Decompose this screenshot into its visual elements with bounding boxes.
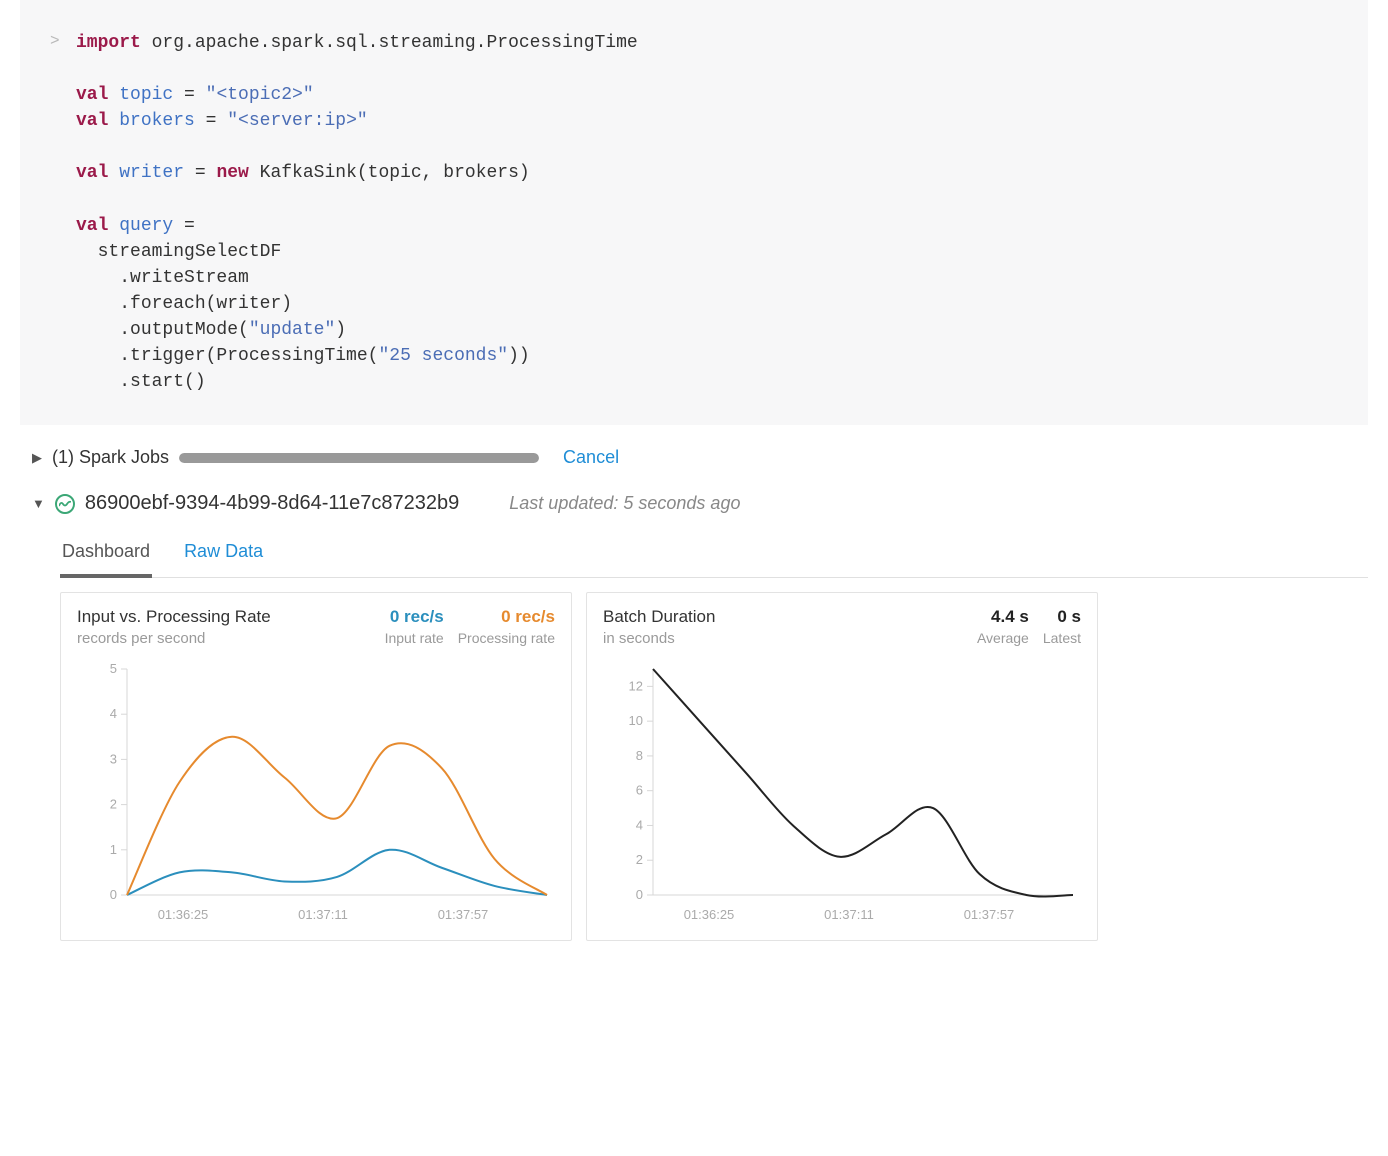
spark-jobs-label[interactable]: (1) Spark Jobs [52,447,169,468]
batch-latest-value: 0 s [1043,607,1081,627]
svg-text:5: 5 [110,661,117,676]
expand-jobs-icon[interactable]: ▶ [32,450,42,466]
streaming-status-icon [55,494,75,514]
tab-dashboard[interactable]: Dashboard [60,533,152,578]
prompt-icon: > [50,30,60,53]
svg-text:01:37:57: 01:37:57 [438,907,489,922]
code-cell[interactable]: > import org.apache.spark.sql.streaming.P… [20,0,1368,425]
svg-text:01:36:25: 01:36:25 [158,907,209,922]
batch-avg-value: 4.4 s [977,607,1029,627]
svg-text:0: 0 [110,887,117,902]
spark-jobs-progress [179,453,539,463]
svg-text:0: 0 [636,887,643,902]
svg-text:4: 4 [110,707,117,722]
batch-avg-label: Average [977,630,1029,646]
processing-rate-value: 0 rec/s [458,607,555,627]
svg-text:2: 2 [110,797,117,812]
chart-batch-subtitle: in seconds [603,630,715,647]
chart-batch-panel: Batch Duration in seconds 4.4 s Average … [586,592,1098,941]
chart-batch-body: 0 2 4 6 8 10 12 01:36:25 01:37:11 01:37:57 [603,659,1081,932]
import-path: org.apache.spark.sql.streaming.Processin… [152,33,638,53]
chart-batch-title: Batch Duration [603,607,715,627]
svg-text:01:37:11: 01:37:11 [298,907,348,922]
query-last-updated: Last updated: 5 seconds ago [509,493,740,514]
chart-rate-title: Input vs. Processing Rate [77,607,271,627]
svg-text:01:37:57: 01:37:57 [964,907,1015,922]
collapse-query-icon[interactable]: ▼ [32,496,45,511]
processing-rate-label: Processing rate [458,630,555,646]
keyword-import: import [76,33,141,53]
svg-text:10: 10 [629,713,643,728]
input-rate-value: 0 rec/s [385,607,444,627]
chart-rate-panel: Input vs. Processing Rate records per se… [60,592,572,941]
svg-text:6: 6 [636,783,643,798]
spark-jobs-progress-fill [179,453,539,463]
input-rate-label: Input rate [385,630,444,646]
svg-text:1: 1 [110,842,117,857]
batch-latest-label: Latest [1043,630,1081,646]
query-id: 86900ebf-9394-4b99-8d64-11e7c87232b9 [85,492,459,515]
svg-text:01:36:25: 01:36:25 [684,907,735,922]
svg-text:8: 8 [636,748,643,763]
chart-rate-body: 0 1 2 3 4 5 01:36:25 01:37:11 01:37:57 [77,659,555,932]
svg-text:01:37:11: 01:37:11 [824,907,874,922]
tab-raw-data[interactable]: Raw Data [182,533,265,577]
svg-text:3: 3 [110,752,117,767]
tabs: Dashboard Raw Data [60,533,1368,578]
svg-text:4: 4 [636,818,643,833]
chart-rate-subtitle: records per second [77,630,271,647]
svg-text:12: 12 [629,679,643,694]
cancel-link[interactable]: Cancel [563,447,619,468]
svg-text:2: 2 [636,853,643,868]
